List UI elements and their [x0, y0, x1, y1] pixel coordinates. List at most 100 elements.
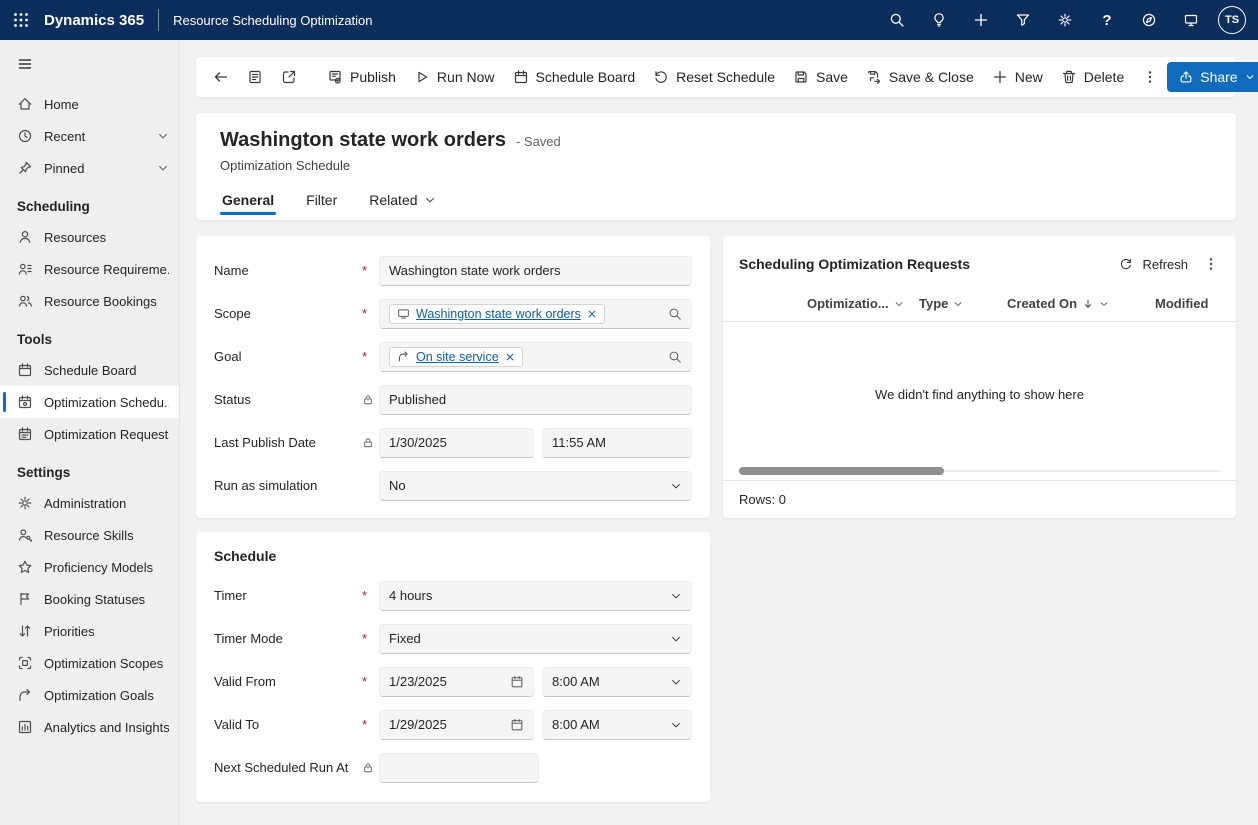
sidebar-item-booking-statuses[interactable]: Booking Statuses — [0, 583, 179, 615]
scope-lookup-pill[interactable]: Washington state work orders — [389, 304, 605, 324]
help-icon[interactable]: ? — [1086, 0, 1128, 40]
sidebar-item-optimization-schedules[interactable]: Optimization Schedu... — [0, 386, 179, 418]
remove-scope-icon[interactable] — [587, 309, 597, 319]
record-list-button[interactable] — [238, 62, 272, 92]
save-and-close-button[interactable]: Save & Close — [857, 62, 983, 92]
sidebar-item-pinned[interactable]: Pinned — [0, 152, 179, 184]
sidebar-item-recent[interactable]: Recent — [0, 120, 179, 152]
sidebar-item-schedule-board[interactable]: Schedule Board — [0, 354, 179, 386]
valid-from-time-dropdown[interactable]: 8:00 AM — [542, 667, 692, 697]
run-now-button[interactable]: Run Now — [405, 62, 504, 92]
app-launcher-button[interactable] — [0, 0, 42, 40]
reset-schedule-button[interactable]: Reset Schedule — [644, 62, 784, 92]
tab-related[interactable]: Related — [367, 186, 437, 220]
sidebar-item-resource-skills[interactable]: Resource Skills — [0, 519, 179, 551]
entity-type-label: Optimization Schedule — [220, 158, 1212, 173]
lightbulb-icon[interactable] — [918, 0, 960, 40]
horizontal-scrollbar[interactable] — [739, 466, 1220, 476]
sidebar-toggle-button[interactable] — [0, 46, 50, 82]
filter-icon[interactable] — [1002, 0, 1044, 40]
schedule-board-button[interactable]: Schedule Board — [504, 62, 645, 92]
publish-icon — [327, 69, 343, 85]
remove-goal-icon[interactable] — [505, 352, 515, 362]
lock-icon — [362, 394, 379, 406]
required-marker — [362, 349, 379, 364]
sidebar-item-resource-bookings[interactable]: Resource Bookings — [0, 285, 179, 317]
settings-gear-icon[interactable] — [1044, 0, 1086, 40]
valid-to-time-dropdown[interactable]: 8:00 AM — [542, 710, 692, 740]
field-label: Timer — [214, 588, 362, 603]
scope-record-link[interactable]: Washington state work orders — [416, 307, 581, 321]
top-navigation-bar: Dynamics 365 Resource Scheduling Optimiz… — [0, 0, 1258, 40]
tab-general[interactable]: General — [220, 186, 276, 220]
name-input[interactable]: Washington state work orders — [379, 256, 692, 286]
sidebar-item-resource-requirements[interactable]: Resource Requireme... — [0, 253, 179, 285]
chevron-down-icon — [670, 590, 682, 602]
scrollbar-thumb[interactable] — [739, 467, 944, 475]
app-name[interactable]: Resource Scheduling Optimization — [173, 13, 372, 28]
delete-button[interactable]: Delete — [1052, 62, 1133, 92]
panel-more-options-button[interactable] — [1196, 250, 1226, 278]
column-header-modified[interactable]: Modified — [1155, 296, 1236, 311]
goal-lookup-pill[interactable]: On site service — [389, 347, 523, 367]
user-avatar[interactable]: TS — [1218, 6, 1246, 34]
scope-lookup-field[interactable]: Washington state work orders — [379, 299, 692, 329]
sidebar-item-optimization-scopes[interactable]: Optimization Scopes — [0, 647, 179, 679]
lookup-search-icon[interactable] — [668, 350, 682, 364]
publish-button[interactable]: Publish — [318, 62, 405, 92]
add-icon[interactable] — [960, 0, 1002, 40]
last-publish-date-input[interactable]: 1/30/2025 — [379, 428, 534, 458]
new-button[interactable]: New — [983, 62, 1052, 92]
chevron-down-icon[interactable] — [157, 162, 169, 174]
more-commands-button[interactable] — [1133, 62, 1167, 92]
valid-from-date-input[interactable]: 1/23/2025 — [379, 667, 534, 697]
clock-icon — [17, 128, 33, 144]
requests-panel-title: Scheduling Optimization Requests — [739, 256, 1111, 272]
search-icon[interactable] — [876, 0, 918, 40]
calendar-picker-icon[interactable] — [510, 718, 524, 732]
field-label: Valid To — [214, 717, 362, 732]
field-row-status: Status Published — [214, 378, 692, 421]
popout-button[interactable] — [272, 62, 306, 92]
calendar-picker-icon[interactable] — [510, 675, 524, 689]
device-icon[interactable] — [1170, 0, 1212, 40]
lookup-search-icon[interactable] — [668, 307, 682, 321]
tab-filter[interactable]: Filter — [304, 186, 339, 220]
undo-icon — [653, 69, 669, 85]
calendar-lines-icon — [17, 426, 33, 442]
save-button[interactable]: Save — [784, 62, 857, 92]
goal-lookup-field[interactable]: On site service — [379, 342, 692, 372]
share-button[interactable]: Share — [1167, 62, 1258, 92]
chevron-down-icon[interactable] — [157, 130, 169, 142]
field-label: Scope — [214, 306, 362, 321]
refresh-button[interactable]: Refresh — [1111, 253, 1196, 276]
goal-record-link[interactable]: On site service — [416, 350, 499, 364]
timer-mode-dropdown[interactable]: Fixed — [379, 624, 692, 654]
form-list-icon — [247, 69, 263, 85]
column-header-type[interactable]: Type — [919, 296, 1007, 311]
back-button[interactable] — [204, 62, 238, 92]
sidebar-item-priorities[interactable]: Priorities — [0, 615, 179, 647]
column-header-created-on[interactable]: Created On — [1007, 296, 1155, 311]
column-header-optimization[interactable]: Optimizatio... — [807, 296, 919, 311]
sidebar-item-analytics-insights[interactable]: Analytics and Insights — [0, 711, 179, 743]
last-publish-time-input[interactable]: 11:55 AM — [542, 428, 692, 458]
compass-icon[interactable] — [1128, 0, 1170, 40]
main-content: Publish Run Now Schedule Board Reset Sch… — [180, 40, 1258, 825]
sidebar-item-proficiency-models[interactable]: Proficiency Models — [0, 551, 179, 583]
sidebar-item-administration[interactable]: Administration — [0, 487, 179, 519]
sidebar-item-optimization-requests[interactable]: Optimization Requests — [0, 418, 179, 450]
brand-title[interactable]: Dynamics 365 — [44, 12, 144, 29]
field-row-valid-from: Valid From 1/23/2025 8:00 AM — [214, 660, 692, 703]
sidebar-item-resources[interactable]: Resources — [0, 221, 179, 253]
run-as-simulation-dropdown[interactable]: No — [379, 471, 692, 501]
next-scheduled-run-input[interactable] — [379, 753, 539, 783]
timer-dropdown[interactable]: 4 hours — [379, 581, 692, 611]
required-marker — [362, 631, 379, 646]
back-arrow-icon — [213, 69, 229, 85]
required-marker — [362, 717, 379, 732]
valid-to-date-input[interactable]: 1/29/2025 — [379, 710, 534, 740]
sidebar-item-optimization-goals[interactable]: Optimization Goals — [0, 679, 179, 711]
sidebar-item-home[interactable]: Home — [0, 88, 179, 120]
status-input[interactable]: Published — [379, 385, 692, 415]
